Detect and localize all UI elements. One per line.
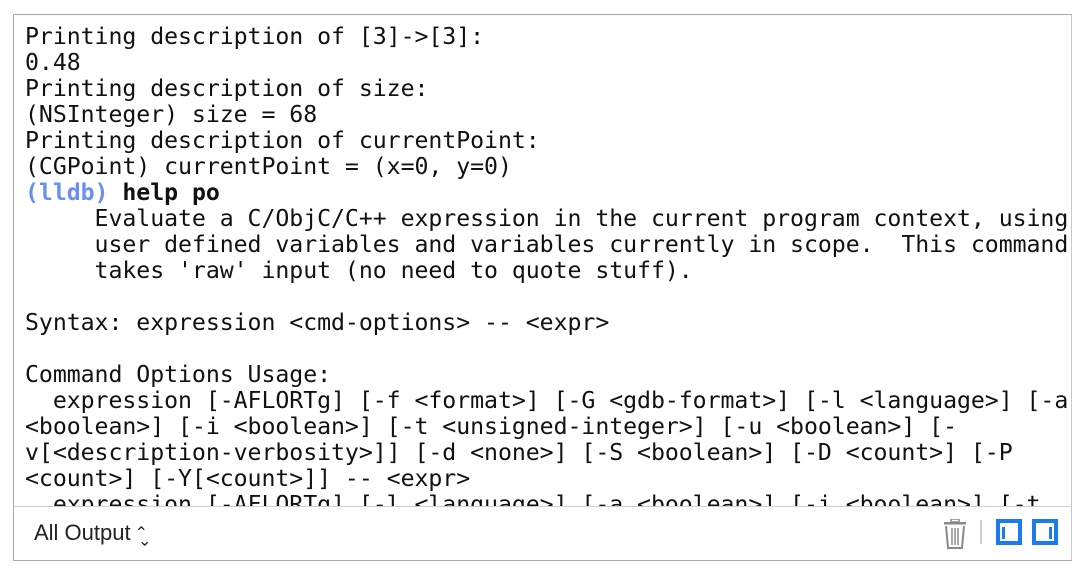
right-pane-toggle-icon[interactable] [1032,519,1058,545]
debug-console-window: Printing description of [3]->[3]: 0.48 Pri… [13,14,1072,561]
divider [980,520,982,544]
output-filter-label: All Output [34,520,131,545]
console-footer: All Output ⌃⌃ [14,506,1071,560]
console-line: <boolean>] [-i <boolean>] [-t <unsigned-… [25,413,957,440]
console-line: Printing description of currentPoint: [25,127,540,154]
console-line: <count>] [-Y[<count>]] -- <expr> [25,465,471,492]
command-line: (lldb) help po [25,180,1068,206]
console-line: (CGPoint) currentPoint = (x=0, y=0) [25,153,512,180]
console-line: Evaluate a C/ObjC/C++ expression in the … [25,205,1069,232]
console-line: expression [-AFLORTg] [-f <format>] [-G … [25,387,1069,414]
trash-icon[interactable] [942,518,968,549]
console-output[interactable]: Printing description of [3]->[3]: 0.48 Pri… [14,15,1071,510]
console-line: 0.48 [25,49,81,76]
console-line: Command Options Usage: [25,361,332,388]
up-down-chevron-icon: ⌃⌃ [134,525,152,547]
left-pane-toggle-icon[interactable] [996,519,1022,545]
console-line: takes 'raw' input (no need to quote stuf… [25,257,693,284]
console-line: (NSInteger) size = 68 [25,101,318,128]
output-filter-popup[interactable]: All Output ⌃⌃ [34,520,151,549]
lldb-prompt: (lldb) [25,179,109,206]
console-line: v[<description-verbosity>]] [-d <none>] … [25,439,1013,466]
console-text: Printing description of [3]->[3]: 0.48 Pri… [25,23,1069,510]
entered-command: help po [122,179,220,206]
console-line: Printing description of size: [25,75,429,102]
console-line: Printing description of [3]->[3]: [25,23,485,50]
console-line: user defined variables and variables cur… [25,231,1069,258]
console-line: Syntax: expression <cmd-options> -- <exp… [25,309,610,336]
